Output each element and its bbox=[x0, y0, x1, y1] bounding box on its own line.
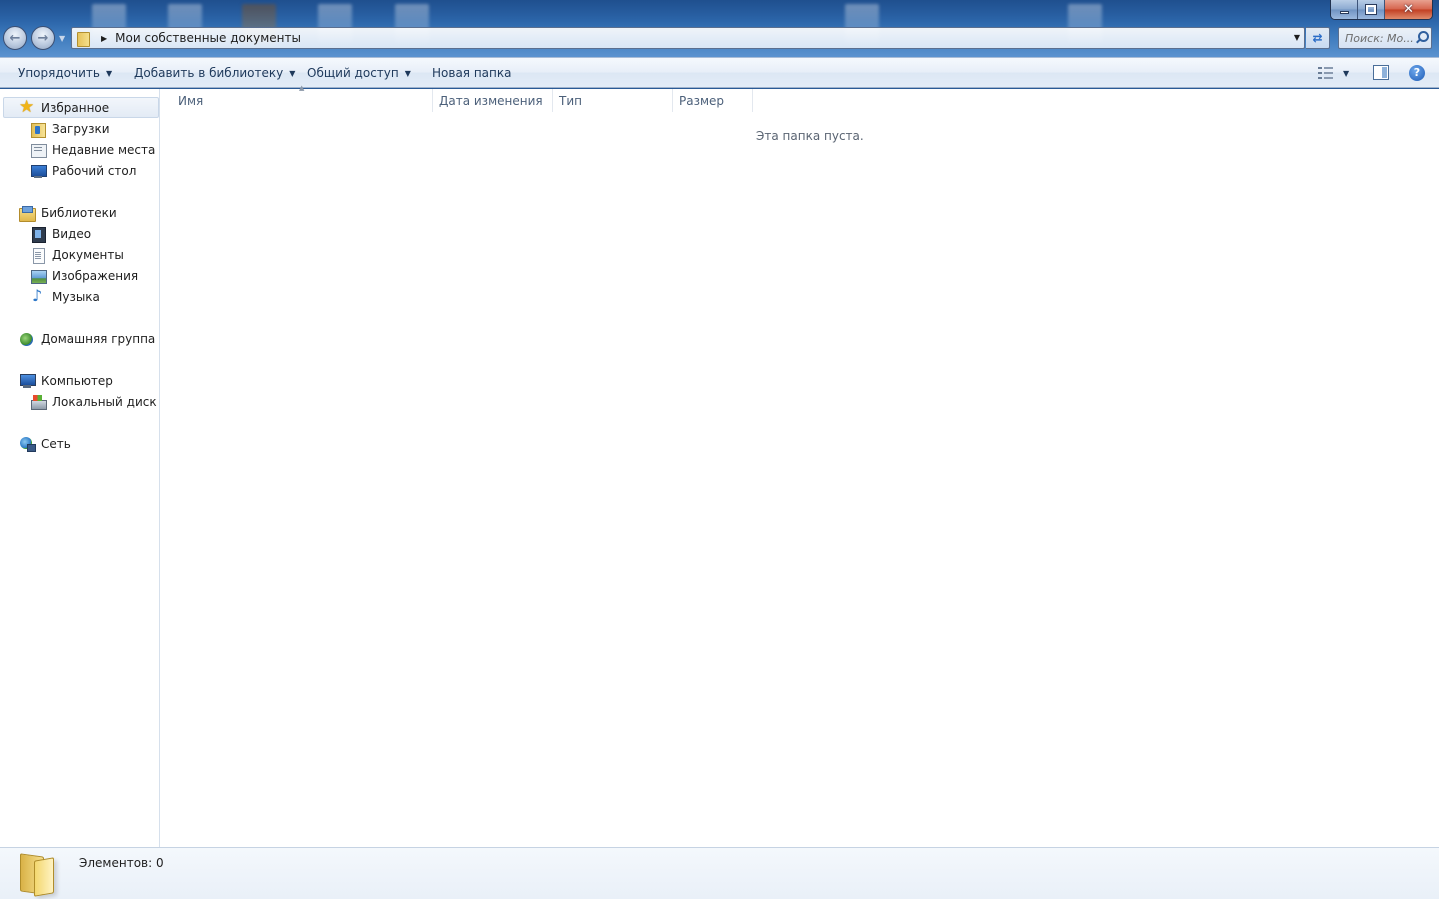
command-bar: Упорядочить ▼ Добавить в библиотеку ▼ Общи… bbox=[0, 57, 1439, 88]
breadcrumb-separator-icon[interactable]: ▶ bbox=[101, 34, 107, 43]
nav-group-label: Библиотеки bbox=[41, 205, 117, 220]
folder-icon bbox=[77, 31, 93, 47]
downloads-folder-icon bbox=[30, 121, 46, 138]
libraries-icon bbox=[19, 205, 36, 222]
nav-group-label: Домашняя группа bbox=[41, 331, 156, 346]
nav-item-label: Музыка bbox=[52, 289, 100, 304]
help-icon[interactable]: ? bbox=[1409, 65, 1425, 81]
details-pane: Элементов: 0 bbox=[0, 847, 1439, 899]
nav-item-label: Видео bbox=[52, 226, 92, 241]
desktop-icon bbox=[30, 163, 47, 179]
file-list-pane[interactable]: Имя ▲ Дата изменения Тип Размер Эта папк… bbox=[160, 84, 1439, 847]
nav-item-label: Рабочий стол bbox=[52, 163, 137, 178]
search-input[interactable] bbox=[1345, 31, 1419, 45]
minimize-icon bbox=[1339, 11, 1349, 14]
network-icon bbox=[19, 436, 36, 452]
nav-group-favorites[interactable]: Избранное bbox=[19, 97, 109, 118]
music-library-icon bbox=[30, 286, 46, 305]
pictures-library-icon bbox=[30, 268, 47, 284]
address-bar[interactable]: ▶ Мои собственные документы ▼ bbox=[71, 27, 1305, 49]
view-options-dropdown[interactable]: ▼ bbox=[1343, 69, 1349, 78]
nav-item-downloads[interactable]: Загрузки bbox=[30, 118, 110, 139]
column-header-date-modified[interactable]: Дата изменения bbox=[433, 89, 553, 112]
nav-group-libraries[interactable]: Библиотеки bbox=[19, 202, 117, 223]
forward-button[interactable]: → bbox=[31, 26, 55, 50]
recent-places-icon bbox=[30, 142, 47, 158]
window-titlebar: ✕ ← → ▼ ▶ Мои собственные документы ▼ ⇄ bbox=[0, 0, 1439, 57]
chevron-down-icon: ▼ bbox=[404, 69, 411, 78]
organize-button[interactable]: Упорядочить ▼ bbox=[18, 66, 112, 80]
column-header-size[interactable]: Размер bbox=[673, 89, 753, 112]
nav-group-label: Сеть bbox=[41, 436, 71, 451]
forward-arrow-icon: → bbox=[37, 30, 49, 46]
sort-ascending-icon: ▲ bbox=[299, 84, 305, 92]
column-header-name[interactable]: Имя ▲ bbox=[160, 84, 433, 112]
chevron-down-icon: ▼ bbox=[105, 69, 113, 78]
restore-icon bbox=[1365, 4, 1377, 15]
column-header-label: Имя bbox=[178, 93, 204, 108]
preview-pane-icon[interactable] bbox=[1373, 65, 1389, 80]
address-history-dropdown[interactable]: ▼ bbox=[1294, 33, 1300, 42]
column-header-label: Размер bbox=[679, 93, 725, 108]
organize-label: Упорядочить bbox=[18, 66, 100, 80]
nav-group-computer[interactable]: Компьютер bbox=[19, 370, 113, 391]
search-icon[interactable] bbox=[1415, 31, 1429, 45]
empty-folder-message: Эта папка пуста. bbox=[756, 129, 864, 143]
share-label: Общий доступ bbox=[307, 66, 399, 80]
share-button[interactable]: Общий доступ ▼ bbox=[307, 66, 411, 80]
refresh-button[interactable]: ⇄ bbox=[1306, 27, 1330, 49]
nav-item-label: Локальный диск (C: bbox=[52, 394, 159, 409]
close-icon: ✕ bbox=[1403, 2, 1414, 17]
navigation-pane: Избранное Загрузки Недавние места Рабочи… bbox=[0, 89, 160, 847]
nav-group-homegroup[interactable]: Домашняя группа bbox=[19, 328, 155, 349]
window-controls: ✕ bbox=[1330, 0, 1433, 20]
new-folder-button[interactable]: Новая папка bbox=[432, 66, 511, 80]
nav-item-local-disk[interactable]: Локальный диск (C: bbox=[30, 391, 159, 412]
chevron-down-icon: ▼ bbox=[59, 34, 66, 43]
breadcrumb-current[interactable]: Мои собственные документы bbox=[115, 31, 301, 45]
chevron-down-icon: ▼ bbox=[289, 69, 296, 78]
nav-item-desktop[interactable]: Рабочий стол bbox=[30, 160, 136, 181]
nav-item-label: Изображения bbox=[52, 268, 139, 283]
homegroup-icon bbox=[19, 331, 35, 347]
nav-item-documents[interactable]: Документы bbox=[30, 244, 124, 265]
minimize-button[interactable] bbox=[1331, 0, 1358, 19]
column-header-type[interactable]: Тип bbox=[553, 89, 673, 112]
nav-item-label: Недавние места bbox=[52, 142, 156, 157]
nav-item-label: Документы bbox=[52, 247, 124, 262]
video-library-icon bbox=[30, 226, 46, 243]
add-to-library-button[interactable]: Добавить в библиотеку ▼ bbox=[134, 66, 295, 80]
change-view-icon[interactable] bbox=[1318, 67, 1333, 79]
nav-group-label: Компьютер bbox=[41, 373, 113, 388]
local-disk-icon bbox=[30, 394, 47, 410]
nav-item-music[interactable]: Музыка bbox=[30, 286, 100, 307]
maximize-button[interactable] bbox=[1358, 0, 1385, 19]
column-header-label: Тип bbox=[559, 93, 582, 108]
new-folder-label: Новая папка bbox=[432, 66, 512, 80]
computer-icon bbox=[19, 373, 36, 389]
nav-group-network[interactable]: Сеть bbox=[19, 433, 71, 454]
back-button[interactable]: ← bbox=[3, 26, 27, 50]
nav-group-label: Избранное bbox=[41, 100, 110, 115]
add-to-library-label: Добавить в библиотеку bbox=[134, 66, 284, 80]
search-box bbox=[1338, 27, 1432, 49]
nav-item-pictures[interactable]: Изображения bbox=[30, 265, 138, 286]
nav-item-video[interactable]: Видео bbox=[30, 223, 91, 244]
recent-pages-dropdown[interactable]: ▼ bbox=[59, 34, 65, 43]
back-arrow-icon: ← bbox=[9, 30, 21, 46]
refresh-icon: ⇄ bbox=[1312, 31, 1323, 45]
column-header-label: Дата изменения bbox=[439, 93, 543, 108]
close-button[interactable]: ✕ bbox=[1385, 0, 1432, 19]
star-icon bbox=[19, 97, 35, 117]
nav-item-label: Загрузки bbox=[52, 121, 110, 136]
folder-icon bbox=[18, 853, 58, 895]
item-count: Элементов: 0 bbox=[79, 856, 164, 870]
nav-item-recent-places[interactable]: Недавние места bbox=[30, 139, 155, 160]
documents-library-icon bbox=[30, 247, 46, 264]
